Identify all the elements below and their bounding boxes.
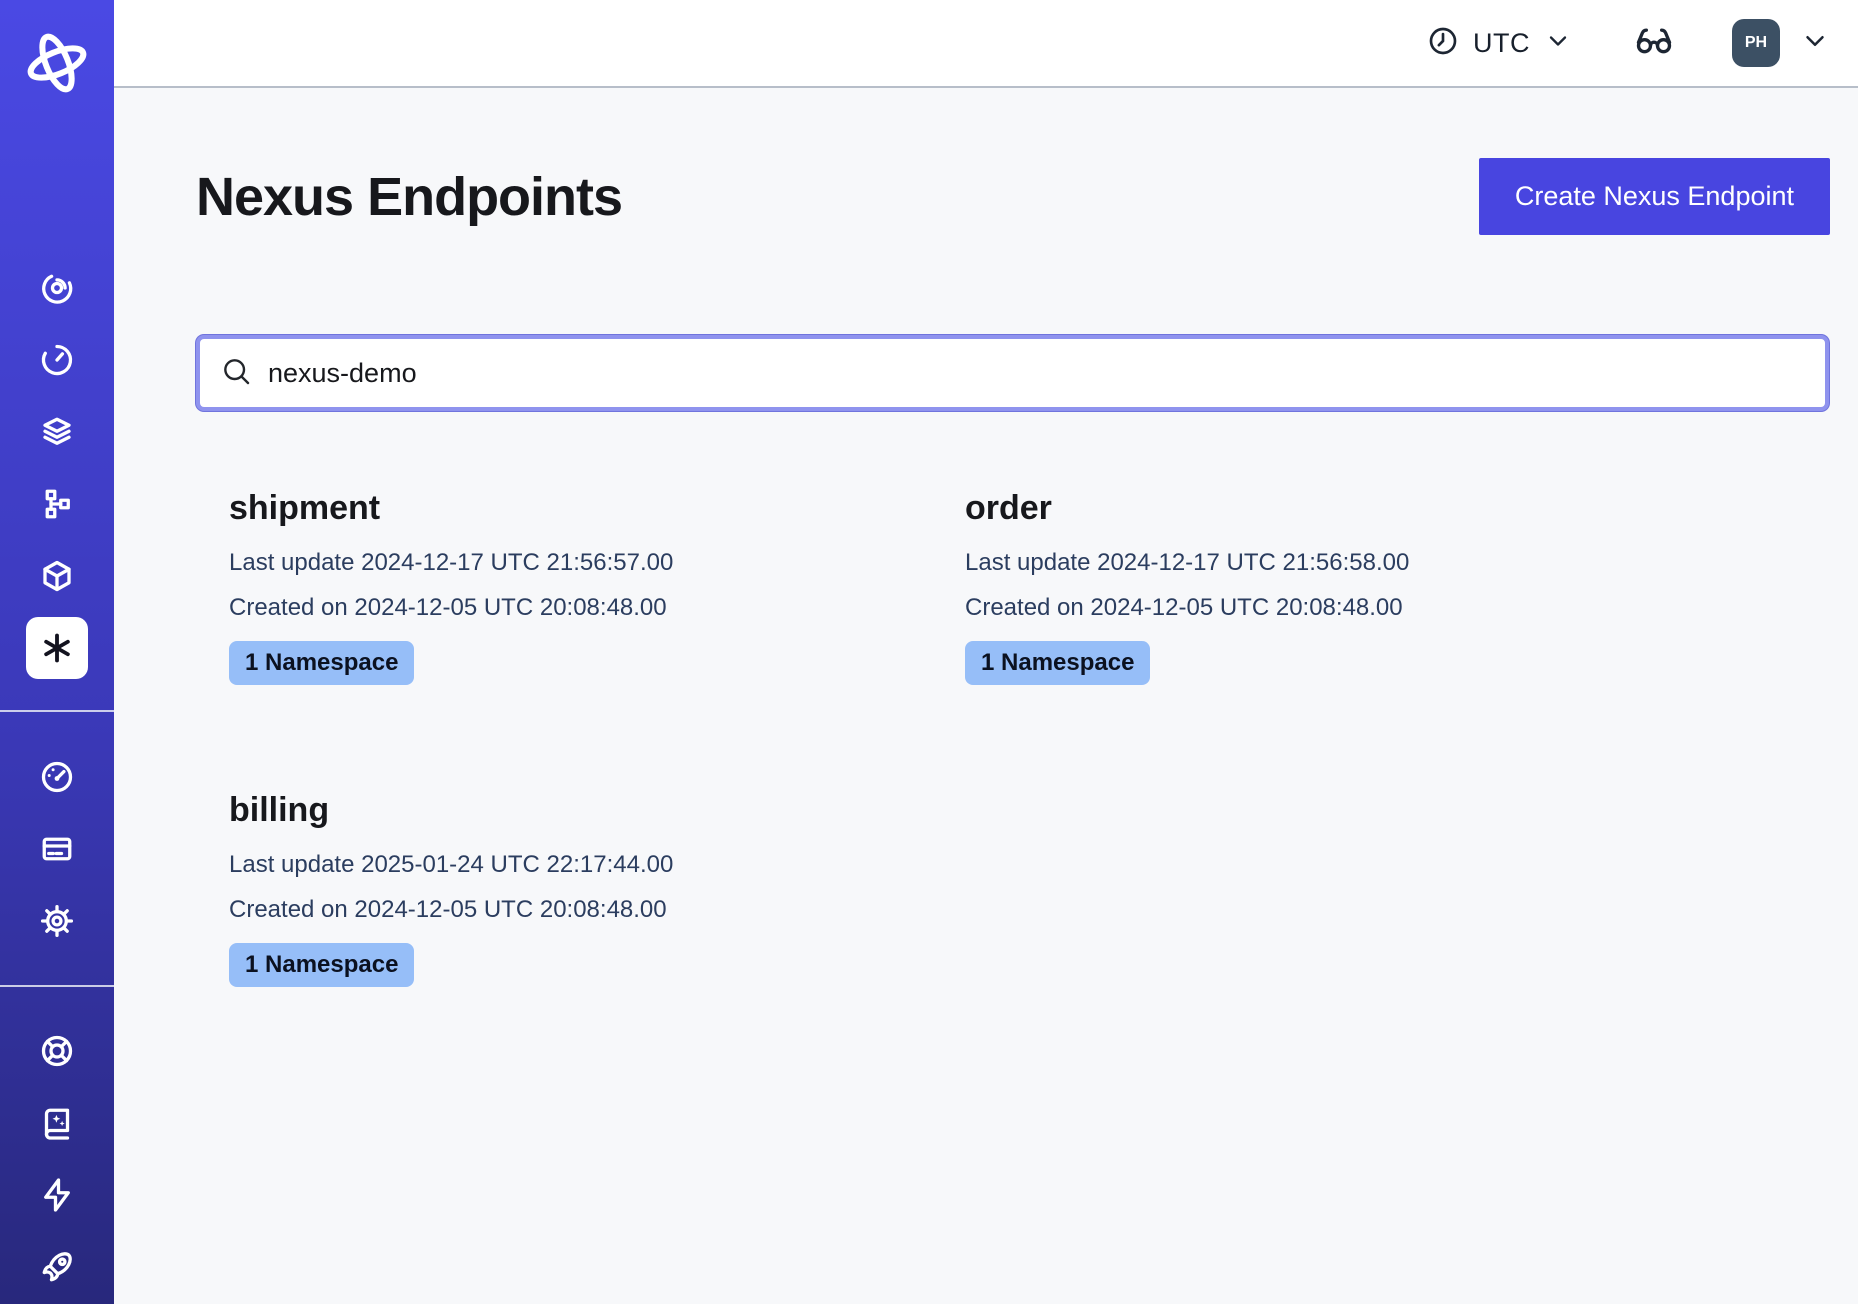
search-box: [196, 335, 1829, 411]
page-header: Nexus Endpoints Create Nexus Endpoint: [196, 158, 1830, 235]
main-content: Nexus Endpoints Create Nexus Endpoint sh…: [114, 90, 1858, 1304]
topbar: UTC PH: [114, 0, 1858, 88]
sidebar-item-packages[interactable]: [0, 540, 114, 612]
sidebar-item-nexus[interactable]: [0, 612, 114, 684]
endpoint-name: order: [965, 489, 1701, 528]
endpoint-last-update: Last update 2025-01-24 UTC 22:17:44.00: [229, 851, 965, 879]
endpoint-last-update: Last update 2024-12-17 UTC 21:56:58.00: [965, 549, 1701, 577]
namespace-badge: 1 Namespace: [229, 943, 414, 987]
sidebar-nav-primary: [0, 252, 114, 684]
sidebar-divider: [0, 710, 114, 712]
sidebar-item-schedules[interactable]: [0, 324, 114, 396]
endpoint-created: Created on 2024-12-05 UTC 20:08:48.00: [965, 594, 1701, 622]
endpoint-card-shipment[interactable]: shipment Last update 2024-12-17 UTC 21:5…: [229, 489, 965, 685]
credit-card-icon: [39, 831, 75, 867]
sidebar-item-batch-operations[interactable]: [0, 396, 114, 468]
sidebar-divider: [0, 985, 114, 987]
endpoint-last-update: Last update 2024-12-17 UTC 21:56:57.00: [229, 549, 965, 577]
timer-icon: [39, 342, 75, 378]
sidebar: [0, 0, 114, 1304]
sidebar-item-docs[interactable]: [0, 1087, 114, 1159]
sidebar-item-getting-started[interactable]: [0, 1231, 114, 1303]
avatar-initials: PH: [1745, 34, 1767, 52]
endpoint-created: Created on 2024-12-05 UTC 20:08:48.00: [229, 594, 965, 622]
selected-indicator: [26, 617, 88, 679]
branch-icon: [39, 486, 75, 522]
namespace-badge: 1 Namespace: [229, 641, 414, 685]
page-title: Nexus Endpoints: [196, 166, 622, 228]
sidebar-item-feedback[interactable]: [0, 1159, 114, 1231]
lightning-icon: [39, 1177, 75, 1213]
glasses-icon[interactable]: [1634, 21, 1674, 66]
sidebar-item-usage[interactable]: [0, 741, 114, 813]
sidebar-item-billing[interactable]: [0, 813, 114, 885]
sidebar-item-deployments[interactable]: [0, 468, 114, 540]
endpoint-name: shipment: [229, 489, 965, 528]
cube-icon: [39, 558, 75, 594]
sidebar-item-settings[interactable]: [0, 885, 114, 957]
endpoint-card-billing[interactable]: billing Last update 2025-01-24 UTC 22:17…: [229, 791, 965, 987]
clock-icon: [1427, 25, 1459, 62]
endpoint-card-order[interactable]: order Last update 2024-12-17 UTC 21:56:5…: [965, 489, 1701, 685]
lifebuoy-icon: [39, 1033, 75, 1069]
namespace-badge: 1 Namespace: [965, 641, 1150, 685]
sidebar-nav-account: [0, 741, 114, 957]
sidebar-item-support[interactable]: [0, 1015, 114, 1087]
gauge-icon: [39, 759, 75, 795]
chevron-down-icon[interactable]: [1800, 26, 1830, 61]
endpoint-name: billing: [229, 791, 965, 830]
rocket-icon: [39, 1249, 75, 1285]
endpoint-created: Created on 2024-12-05 UTC 20:08:48.00: [229, 896, 965, 924]
spiral-icon: [39, 270, 75, 306]
timezone-label: UTC: [1473, 28, 1530, 59]
search-input[interactable]: [268, 358, 1805, 389]
book-icon: [39, 1105, 75, 1141]
timezone-selector[interactable]: UTC: [1427, 25, 1572, 62]
layers-icon: [39, 414, 75, 450]
search-icon: [220, 355, 252, 392]
temporal-logo[interactable]: [24, 0, 90, 130]
endpoint-grid: shipment Last update 2024-12-17 UTC 21:5…: [229, 489, 1858, 987]
chevron-down-icon: [1544, 27, 1572, 60]
sidebar-nav-help: [0, 1015, 114, 1303]
app-window: UTC PH Nexus Endpoints Create Ne: [0, 0, 1858, 1304]
asterisk-icon: [37, 628, 77, 668]
temporal-logo-icon: [24, 30, 90, 101]
sidebar-item-workflows[interactable]: [0, 252, 114, 324]
create-nexus-endpoint-button[interactable]: Create Nexus Endpoint: [1479, 158, 1830, 235]
gear-icon: [39, 903, 75, 939]
avatar[interactable]: PH: [1732, 19, 1780, 67]
